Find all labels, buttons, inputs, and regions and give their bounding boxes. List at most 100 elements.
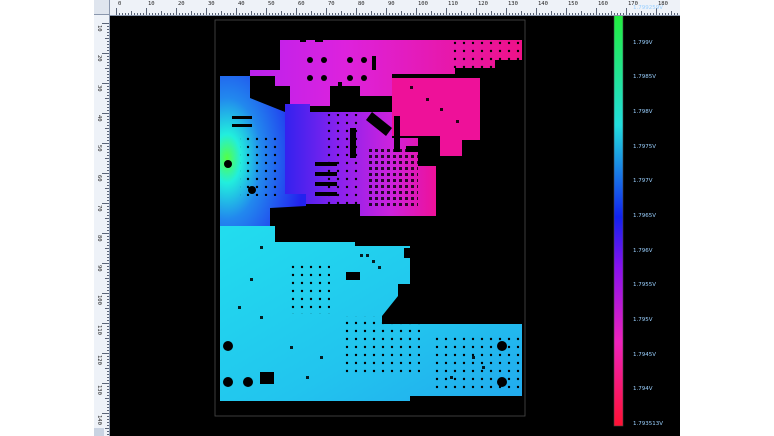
ruler-tick — [107, 200, 109, 201]
ruler-tick — [107, 26, 109, 27]
ruler-tick — [107, 320, 109, 321]
ruler-tick — [107, 176, 109, 177]
ruler-tick — [107, 407, 109, 408]
ruler-tick — [107, 59, 109, 60]
ruler-tick — [185, 13, 186, 15]
horizontal-ruler[interactable]: 0 10 20 30 40 50 60 70 80 90 100 110 120 130 140 150 160… — [110, 0, 680, 16]
color-scale-label: 1.7985V — [633, 74, 657, 81]
ruler-tick — [107, 41, 109, 42]
color-scale-label: 1.794V — [633, 386, 653, 393]
ruler-tick — [266, 8, 267, 15]
ruler-label: 10 — [96, 25, 102, 32]
ruler-tick — [644, 13, 645, 15]
pcb-voltage-plot[interactable] — [110, 16, 680, 436]
ruler-tick — [105, 38, 109, 39]
ruler-tick — [137, 13, 138, 15]
ruler-tick — [671, 11, 672, 15]
ruler-tick — [275, 13, 276, 15]
ruler-tick — [494, 13, 495, 15]
ruler-tick — [290, 13, 291, 15]
ruler-tick — [102, 53, 109, 54]
ruler-tick — [107, 56, 109, 57]
via-array-middle — [322, 114, 360, 204]
ruler-tick — [461, 11, 462, 15]
ruler-tick — [102, 203, 109, 204]
ruler-label: 100 — [418, 1, 428, 7]
ruler-tick — [206, 8, 207, 15]
ruler-tick — [356, 8, 357, 15]
ruler-tick — [422, 13, 423, 15]
ruler-tick — [560, 13, 561, 15]
ruler-tick — [200, 13, 201, 15]
ruler-tick — [116, 8, 117, 15]
ruler-tick — [107, 389, 109, 390]
ruler-label: 30 — [208, 1, 215, 7]
ruler-tick — [102, 353, 109, 354]
ruler-tick — [143, 13, 144, 15]
ruler-tick — [107, 257, 109, 258]
status-corner — [94, 428, 104, 436]
ruler-tick — [107, 47, 109, 48]
ruler-tick — [107, 44, 109, 45]
ruler-tick — [107, 65, 109, 66]
ruler-tick — [506, 8, 507, 15]
ruler-tick — [617, 13, 618, 15]
ruler-tick — [107, 227, 109, 228]
ruler-tick — [626, 8, 627, 15]
ruler-tick — [105, 218, 109, 219]
ruler-label: 160 — [598, 1, 608, 7]
ruler-tick — [431, 11, 432, 15]
ruler-tick — [107, 359, 109, 360]
ruler-tick — [230, 13, 231, 15]
ruler-tick — [596, 8, 597, 15]
ruler-tick — [434, 13, 435, 15]
ruler-label: 40 — [96, 115, 102, 122]
ruler-tick — [488, 13, 489, 15]
ruler-tick — [500, 13, 501, 15]
ruler-tick — [635, 13, 636, 15]
ruler-tick — [107, 272, 109, 273]
ruler-tick — [102, 383, 109, 384]
ruler-tick — [105, 248, 109, 249]
ruler-tick — [569, 13, 570, 15]
ruler-tick — [119, 13, 120, 15]
via-array-center — [366, 148, 418, 206]
ruler-tick — [338, 13, 339, 15]
vertical-ruler[interactable]: 10 20 30 40 50 60 70 80 90 100 110 120 130 140 — [94, 15, 110, 436]
ruler-tick — [102, 323, 109, 324]
ruler-tick — [107, 284, 109, 285]
ruler-tick — [182, 13, 183, 15]
ruler-tick — [599, 13, 600, 15]
ruler-tick — [530, 13, 531, 15]
ruler-tick — [105, 158, 109, 159]
ruler-tick — [452, 13, 453, 15]
ruler-tick — [107, 392, 109, 393]
voltage-drop-viewer: 0 10 20 30 40 50 60 70 80 90 100 110 120 130 140 150 160… — [94, 0, 680, 436]
ruler-tick — [443, 13, 444, 15]
ruler-tick — [149, 13, 150, 15]
ruler-tick — [677, 13, 678, 15]
ruler-tick — [107, 230, 109, 231]
ruler-tick — [107, 275, 109, 276]
ruler-tick — [476, 8, 477, 15]
ruler-label: 100 — [96, 295, 102, 305]
ruler-tick — [296, 8, 297, 15]
ruler-tick — [221, 11, 222, 15]
ruler-tick — [587, 13, 588, 15]
ruler-tick — [107, 371, 109, 372]
ruler-tick — [242, 13, 243, 15]
ruler-tick — [563, 13, 564, 15]
ruler-tick — [416, 8, 417, 15]
ruler-tick — [545, 13, 546, 15]
ruler-tick — [425, 13, 426, 15]
ruler-tick — [392, 13, 393, 15]
ruler-tick — [105, 398, 109, 399]
ruler-tick — [107, 74, 109, 75]
ruler-tick — [107, 332, 109, 333]
ruler-tick — [257, 13, 258, 15]
ruler-tick — [401, 11, 402, 15]
ruler-tick — [629, 13, 630, 15]
ruler-label: 50 — [96, 145, 102, 152]
ruler-tick — [107, 356, 109, 357]
ruler-tick — [107, 86, 109, 87]
